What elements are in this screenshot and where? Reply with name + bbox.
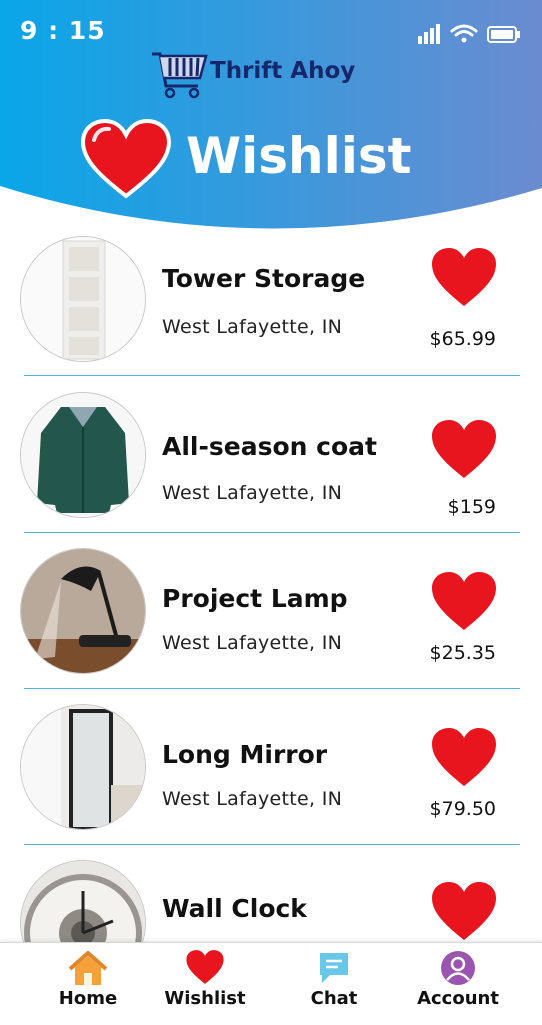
floor-mirror-photo <box>20 704 146 830</box>
desk-lamp-photo <box>20 548 146 674</box>
tab-label: Chat <box>310 988 358 1009</box>
list-item[interactable]: Long Mirror West Lafayette, IN $79.50 <box>0 698 542 854</box>
item-location: West Lafayette, IN <box>162 482 343 504</box>
shopping-cart-icon <box>152 52 208 99</box>
tab-label: Wishlist <box>164 988 246 1009</box>
divider <box>24 688 520 689</box>
item-price: $65.99 <box>429 328 496 350</box>
heart-icon[interactable] <box>430 880 498 942</box>
account-icon <box>441 951 475 985</box>
tab-account[interactable]: Account <box>398 943 518 1025</box>
list-item[interactable]: Project Lamp West Lafayette, IN $25.35 <box>0 542 542 698</box>
list-item[interactable]: All-season coat West Lafayette, IN $159 <box>0 386 542 542</box>
heart-icon <box>186 950 224 984</box>
brand-name: Thrift Ahoy <box>210 58 356 84</box>
storage-tower-photo <box>20 236 146 362</box>
divider <box>24 375 520 376</box>
status-time: 9 : 15 <box>20 16 106 45</box>
battery-icon <box>487 26 520 43</box>
wifi-icon <box>450 24 478 43</box>
signal-icon <box>418 24 440 44</box>
heart-icon[interactable] <box>430 726 498 788</box>
item-location: West Lafayette, IN <box>162 788 343 810</box>
item-location: West Lafayette, IN <box>162 632 343 654</box>
item-location: West Lafayette, IN <box>162 316 343 338</box>
list-item[interactable]: Tower Storage West Lafayette, IN $65.99 <box>0 230 542 386</box>
tab-chat[interactable]: Chat <box>274 943 394 1025</box>
item-name: Wall Clock <box>162 894 307 923</box>
item-price: $159 <box>447 496 496 518</box>
divider <box>24 532 520 533</box>
heart-icon <box>80 118 172 199</box>
green-coat-photo <box>20 392 146 518</box>
item-name: All-season coat <box>162 432 377 461</box>
page-title: Wishlist <box>186 127 412 185</box>
header: 9 : 15 Thrift Ahoy Wishlist <box>0 0 542 240</box>
heart-icon[interactable] <box>430 418 498 480</box>
bottom-tab-bar: Home Wishlist Chat Account <box>0 942 542 1025</box>
item-price: $79.50 <box>429 798 496 820</box>
item-name: Tower Storage <box>162 264 366 293</box>
item-name: Long Mirror <box>162 740 328 769</box>
divider <box>24 844 520 845</box>
tab-home[interactable]: Home <box>28 943 148 1025</box>
tab-wishlist[interactable]: Wishlist <box>145 943 265 1025</box>
home-icon <box>68 951 108 985</box>
tab-label: Home <box>58 988 118 1009</box>
item-price: $25.35 <box>429 642 496 664</box>
chat-icon <box>320 953 348 983</box>
tab-label: Account <box>417 988 499 1009</box>
heart-icon[interactable] <box>430 246 498 308</box>
status-icons <box>416 22 526 51</box>
item-name: Project Lamp <box>162 584 348 613</box>
app-logo: Thrift Ahoy <box>150 46 370 100</box>
heart-icon[interactable] <box>430 570 498 632</box>
